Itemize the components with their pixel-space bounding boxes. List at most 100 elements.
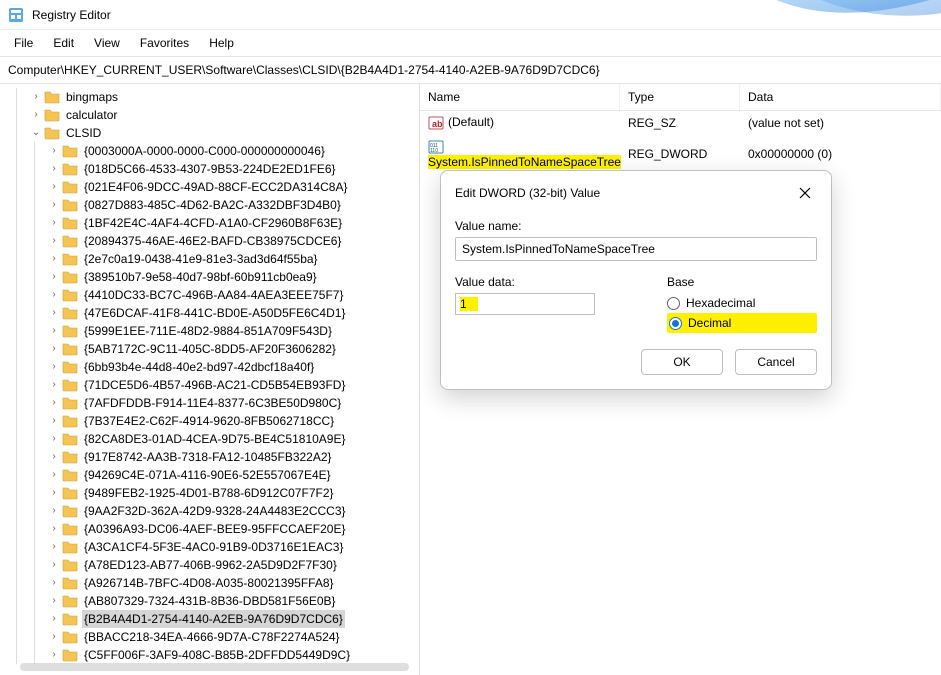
tree-item[interactable]: {5AB7172C-9C11-405C-8DD5-AF20F3606282} bbox=[82, 340, 338, 358]
menu-favorites[interactable]: Favorites bbox=[132, 34, 197, 52]
expander-icon[interactable]: › bbox=[48, 253, 60, 265]
expander-icon[interactable]: › bbox=[48, 613, 60, 625]
tree-item[interactable]: {BBACC218-34EA-4666-9D7A-C78F2274A524} bbox=[82, 628, 342, 646]
value-data: 0x00000000 (0) bbox=[740, 145, 941, 163]
tree-item[interactable]: {018D5C66-4533-4307-9B53-224DE2ED1FE6} bbox=[82, 160, 338, 178]
value-data-label: Value data: bbox=[455, 275, 647, 289]
base-group-label: Base bbox=[667, 275, 817, 289]
menu-edit[interactable]: Edit bbox=[45, 34, 82, 52]
expander-icon[interactable]: › bbox=[48, 505, 60, 517]
tree-item[interactable]: CLSID bbox=[64, 124, 103, 142]
tree-item[interactable]: {20894375-46AE-46E2-BAFD-CB38975CDCE6} bbox=[82, 232, 344, 250]
tree-item[interactable]: {5999E1EE-711E-48D2-9884-851A709F543D} bbox=[82, 322, 334, 340]
menu-file[interactable]: File bbox=[6, 34, 41, 52]
value-row[interactable]: 011110System.IsPinnedToNameSpaceTreeREG_… bbox=[420, 135, 941, 173]
tree-item[interactable]: {021E4F06-9DCC-49AD-88CF-ECC2DA314C8A} bbox=[82, 178, 349, 196]
tree-item[interactable]: {9489FEB2-1925-4D01-B788-6D912C07F7F2} bbox=[82, 484, 336, 502]
expander-icon[interactable]: › bbox=[48, 631, 60, 643]
folder-icon bbox=[62, 287, 78, 303]
tree-item[interactable]: {2e7c0a19-0438-41e9-81e3-3ad3d64f55ba} bbox=[82, 250, 320, 268]
tree-item[interactable]: {7AFDFDDB-F914-11E4-8377-6C3BE50D980C} bbox=[82, 394, 343, 412]
address-bar[interactable]: Computer\HKEY_CURRENT_USER\Software\Clas… bbox=[0, 56, 941, 84]
expander-icon[interactable]: › bbox=[48, 469, 60, 481]
folder-icon bbox=[62, 359, 78, 375]
folder-icon bbox=[62, 485, 78, 501]
tree-item[interactable]: {0827D883-485C-4D62-BA2C-A332DBF3D4B0} bbox=[82, 196, 343, 214]
value-name: (Default) bbox=[448, 115, 494, 129]
base-hex-radio[interactable]: Hexadecimal bbox=[667, 293, 817, 313]
tree-item[interactable]: {C5FF006F-3AF9-408C-B85B-2DFFDD5449D9C} bbox=[82, 646, 352, 664]
expander-icon[interactable]: › bbox=[48, 379, 60, 391]
value-data: (value not set) bbox=[740, 114, 941, 132]
expander-icon[interactable]: ⌄ bbox=[30, 127, 42, 139]
tree-item[interactable]: {AB807329-7324-431B-8B36-DBD581F56E0B} bbox=[82, 592, 338, 610]
expander-icon[interactable]: › bbox=[48, 325, 60, 337]
tree-item[interactable]: {4410DC33-BC7C-496B-AA84-4AEA3EEE75F7} bbox=[82, 286, 346, 304]
tree-item[interactable]: {389510b7-9e58-40d7-98bf-60b911cb0ea9} bbox=[82, 268, 319, 286]
expander-icon[interactable]: › bbox=[48, 595, 60, 607]
expander-icon[interactable]: › bbox=[48, 649, 60, 661]
value-name-input[interactable] bbox=[455, 237, 817, 261]
folder-icon bbox=[62, 377, 78, 393]
tree-item[interactable]: {1BF42E4C-4AF4-4CFD-A1A0-CF2960B8F63E} bbox=[82, 214, 344, 232]
expander-icon[interactable]: › bbox=[48, 181, 60, 193]
folder-icon bbox=[62, 161, 78, 177]
tree-item[interactable]: {A0396A93-DC06-4AEF-BEE9-95FFCCAEF20E} bbox=[82, 520, 347, 538]
cancel-button[interactable]: Cancel bbox=[735, 349, 817, 375]
reg-string-icon: ab bbox=[428, 115, 444, 131]
tree-item[interactable]: {71DCE5D6-4B57-496B-AC21-CD5B54EB93FD} bbox=[82, 376, 347, 394]
column-header-data[interactable]: Data bbox=[740, 84, 941, 110]
tree-item[interactable]: {A3CA1CF4-5F3E-4AC0-91B9-0D3716E1EAC3} bbox=[82, 538, 345, 556]
expander-icon[interactable]: › bbox=[48, 343, 60, 355]
expander-icon[interactable]: › bbox=[48, 577, 60, 589]
expander-icon[interactable]: › bbox=[48, 451, 60, 463]
expander-icon[interactable]: › bbox=[48, 289, 60, 301]
value-data-input[interactable]: 1 bbox=[455, 293, 595, 315]
tree-item[interactable]: {82CA8DE3-01AD-4CEA-9D75-BE4C51810A9E} bbox=[82, 430, 348, 448]
expander-icon[interactable]: › bbox=[30, 91, 42, 103]
folder-icon bbox=[62, 323, 78, 339]
base-dec-radio[interactable]: Decimal bbox=[667, 313, 817, 333]
expander-icon[interactable]: › bbox=[48, 361, 60, 373]
expander-icon[interactable]: › bbox=[48, 307, 60, 319]
tree-item[interactable]: {B2B4A4D1-2754-4140-A2EB-9A76D9D7CDC6} bbox=[82, 610, 345, 628]
tree-item[interactable]: {A926714B-7BFC-4D08-A035-80021395FFA8} bbox=[82, 574, 336, 592]
folder-icon bbox=[62, 215, 78, 231]
expander-icon[interactable]: › bbox=[48, 235, 60, 247]
expander-icon[interactable]: › bbox=[48, 433, 60, 445]
expander-icon[interactable]: › bbox=[48, 217, 60, 229]
tree-pane[interactable]: › bingmaps › calculator ⌄ CLSID › {0003000A-000… bbox=[0, 84, 420, 675]
folder-icon bbox=[62, 431, 78, 447]
expander-icon[interactable]: › bbox=[48, 559, 60, 571]
column-header-name[interactable]: Name bbox=[420, 84, 620, 110]
folder-icon bbox=[62, 539, 78, 555]
ok-button[interactable]: OK bbox=[641, 349, 723, 375]
tree-item[interactable]: {47E6DCAF-41F8-441C-BD0E-A50D5FE6C4D1} bbox=[82, 304, 347, 322]
tree-item[interactable]: {7B37E4E2-C62F-4914-9620-8FB5062718CC} bbox=[82, 412, 336, 430]
menu-view[interactable]: View bbox=[86, 34, 128, 52]
expander-icon[interactable]: › bbox=[48, 145, 60, 157]
tree-item[interactable]: bingmaps bbox=[64, 88, 120, 106]
value-row[interactable]: ab(Default)REG_SZ(value not set) bbox=[420, 111, 941, 135]
tree-item[interactable]: {0003000A-0000-0000-C000-000000000046} bbox=[82, 142, 327, 160]
expander-icon[interactable]: › bbox=[48, 523, 60, 535]
expander-icon[interactable]: › bbox=[48, 163, 60, 175]
expander-icon[interactable]: › bbox=[48, 541, 60, 553]
tree-item[interactable]: {A78ED123-AB77-406B-9962-2A5D9D2F7F30} bbox=[82, 556, 339, 574]
tree-item[interactable]: calculator bbox=[64, 106, 119, 124]
tree-item[interactable]: {94269C4E-071A-4116-90E6-52E557067E4E} bbox=[82, 466, 333, 484]
dialog-close-button[interactable] bbox=[793, 181, 817, 205]
expander-icon[interactable]: › bbox=[48, 487, 60, 499]
column-header-type[interactable]: Type bbox=[620, 84, 740, 110]
folder-icon bbox=[62, 143, 78, 159]
expander-icon[interactable]: › bbox=[30, 109, 42, 121]
folder-icon bbox=[62, 629, 78, 645]
tree-item[interactable]: {9AA2F32D-362A-42D9-9328-24A4483E2CCC3} bbox=[82, 502, 348, 520]
tree-item[interactable]: {917E8742-AA3B-7318-FA12-10485FB322A2} bbox=[82, 448, 334, 466]
expander-icon[interactable]: › bbox=[48, 199, 60, 211]
tree-item[interactable]: {6bb93b4e-44d8-40e2-bd97-42dbcf18a40f} bbox=[82, 358, 316, 376]
menu-help[interactable]: Help bbox=[201, 34, 242, 52]
expander-icon[interactable]: › bbox=[48, 271, 60, 283]
expander-icon[interactable]: › bbox=[48, 397, 60, 409]
expander-icon[interactable]: › bbox=[48, 415, 60, 427]
